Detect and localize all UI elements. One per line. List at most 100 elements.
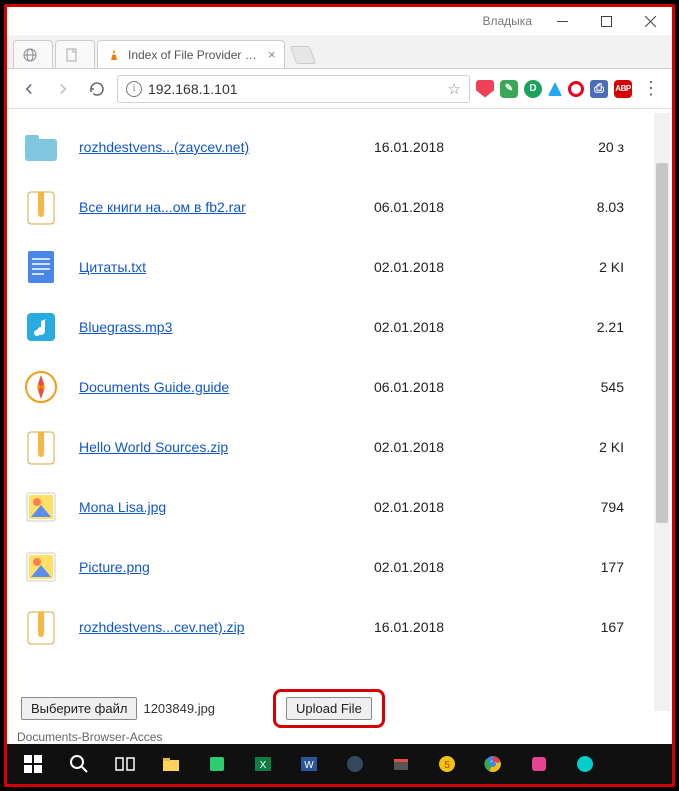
file-row: rozhdestvens...(zaycev.net)16.01.201820 …	[21, 117, 654, 177]
url-text: 192.168.1.101	[148, 81, 238, 97]
file-image-icon	[21, 547, 61, 587]
file-date: 06.01.2018	[374, 199, 544, 215]
task-view-icon[interactable]	[103, 744, 147, 784]
file-date: 02.01.2018	[374, 259, 544, 275]
upload-file-button[interactable]: Upload File	[286, 697, 372, 720]
tab-blank-1[interactable]	[13, 40, 53, 68]
page-icon	[64, 47, 80, 63]
file-row: Bluegrass.mp302.01.20182.21	[21, 297, 654, 357]
file-size: 2 KI	[544, 439, 624, 455]
file-size: 2.21	[544, 319, 624, 335]
droplet-ext-icon[interactable]	[548, 82, 562, 96]
upload-row: Выберите файл 1203849.jpg Upload File	[21, 689, 385, 728]
file-size: 8.03	[544, 199, 624, 215]
close-tab-icon[interactable]: ×	[268, 47, 276, 62]
file-list: rozhdestvens...(zaycev.net)16.01.201820 …	[7, 113, 654, 711]
adblock-ext-icon[interactable]: ABP	[614, 80, 632, 98]
file-link[interactable]: Hello World Sources.zip	[79, 439, 374, 455]
file-row: Mona Lisa.jpg02.01.2018794	[21, 477, 654, 537]
tab-active[interactable]: Index of File Provider St… ×	[97, 40, 285, 68]
file-row: Documents Guide.guide06.01.2018545	[21, 357, 654, 417]
file-audio-icon	[21, 307, 61, 347]
tab-strip: Index of File Provider St… ×	[7, 35, 672, 69]
file-link[interactable]: rozhdestvens...cev.net).zip	[79, 619, 374, 635]
file-row: Цитаты.txt02.01.20182 KI	[21, 237, 654, 297]
overflow-status-text: Documents-Browser-Acces	[15, 730, 164, 744]
file-date: 16.01.2018	[374, 139, 544, 155]
taskbar-word-icon[interactable]: W	[287, 744, 331, 784]
file-size: 177	[544, 559, 624, 575]
tab-blank-2[interactable]	[55, 40, 95, 68]
file-link[interactable]: rozhdestvens...(zaycev.net)	[79, 139, 374, 155]
file-guide-icon	[21, 367, 61, 407]
file-link[interactable]: Цитаты.txt	[79, 259, 374, 275]
windows-taskbar: X W 5	[7, 744, 672, 784]
user-label: Владыка	[483, 14, 533, 28]
file-size: 545	[544, 379, 624, 395]
globe-icon	[22, 47, 38, 63]
chosen-file-label: 1203849.jpg	[143, 701, 215, 716]
svg-text:W: W	[304, 760, 314, 771]
tab-title: Index of File Provider St…	[128, 48, 258, 62]
file-row: Все книги на...ом в fb2.rar06.01.20188.0…	[21, 177, 654, 237]
taskbar-app-3[interactable]	[379, 744, 423, 784]
new-tab-button[interactable]	[289, 46, 316, 64]
omnibox[interactable]: i 192.168.1.101 ☆	[117, 75, 470, 103]
file-link[interactable]: Picture.png	[79, 559, 374, 575]
vlc-icon	[106, 47, 122, 63]
site-info-icon[interactable]: i	[126, 81, 142, 97]
search-icon[interactable]	[57, 744, 101, 784]
opera-ext-icon[interactable]	[568, 81, 584, 97]
file-folder-icon	[21, 127, 61, 167]
file-archive-icon	[21, 607, 61, 647]
file-date: 16.01.2018	[374, 619, 544, 635]
address-bar: i 192.168.1.101 ☆ ✎ D ⎙ ABP ⋮	[7, 69, 672, 109]
file-size: 167	[544, 619, 624, 635]
close-button[interactable]	[628, 7, 672, 35]
taskbar-app-1[interactable]	[195, 744, 239, 784]
note-ext-icon[interactable]: ⎙	[590, 80, 608, 98]
taskbar-app-5[interactable]	[517, 744, 561, 784]
file-date: 02.01.2018	[374, 439, 544, 455]
taskbar-app-4[interactable]: 5	[425, 744, 469, 784]
file-row: Hello World Sources.zip02.01.20182 KI	[21, 417, 654, 477]
file-link[interactable]: Mona Lisa.jpg	[79, 499, 374, 515]
window-titlebar: Владыка	[7, 7, 672, 35]
file-doc-icon	[21, 247, 61, 287]
file-link[interactable]: Documents Guide.guide	[79, 379, 374, 395]
start-button[interactable]	[11, 744, 55, 784]
file-archive-icon	[21, 187, 61, 227]
chrome-menu-icon[interactable]: ⋮	[638, 78, 664, 99]
file-date: 02.01.2018	[374, 499, 544, 515]
file-row: Picture.png02.01.2018177	[21, 537, 654, 597]
file-date: 06.01.2018	[374, 379, 544, 395]
choose-file-button[interactable]: Выберите файл	[21, 697, 137, 720]
taskbar-app-6[interactable]	[563, 744, 607, 784]
upload-highlight: Upload File	[273, 689, 385, 728]
file-size: 794	[544, 499, 624, 515]
bookmark-star-icon[interactable]: ☆	[448, 80, 461, 98]
file-link[interactable]: Bluegrass.mp3	[79, 319, 374, 335]
file-link[interactable]: Все книги на...ом в fb2.rar	[79, 199, 374, 215]
file-size: 20 з	[544, 139, 624, 155]
minimize-button[interactable]	[540, 7, 584, 35]
evernote-ext-icon[interactable]: ✎	[500, 80, 518, 98]
svg-text:X: X	[260, 760, 267, 771]
reload-button[interactable]	[83, 75, 111, 103]
vertical-scrollbar[interactable]	[654, 113, 670, 711]
file-image-icon	[21, 487, 61, 527]
file-explorer-icon[interactable]	[149, 744, 193, 784]
taskbar-chrome-icon[interactable]	[471, 744, 515, 784]
file-date: 02.01.2018	[374, 559, 544, 575]
file-row: rozhdestvens...cev.net).zip16.01.2018167	[21, 597, 654, 657]
back-button[interactable]	[15, 75, 43, 103]
file-date: 02.01.2018	[374, 319, 544, 335]
forward-button[interactable]	[49, 75, 77, 103]
taskbar-app-2[interactable]	[333, 744, 377, 784]
pocket-icon[interactable]	[476, 80, 494, 98]
taskbar-excel-icon[interactable]: X	[241, 744, 285, 784]
idm-ext-icon[interactable]: D	[524, 80, 542, 98]
file-size: 2 KI	[544, 259, 624, 275]
scrollbar-thumb[interactable]	[656, 163, 668, 523]
maximize-button[interactable]	[584, 7, 628, 35]
